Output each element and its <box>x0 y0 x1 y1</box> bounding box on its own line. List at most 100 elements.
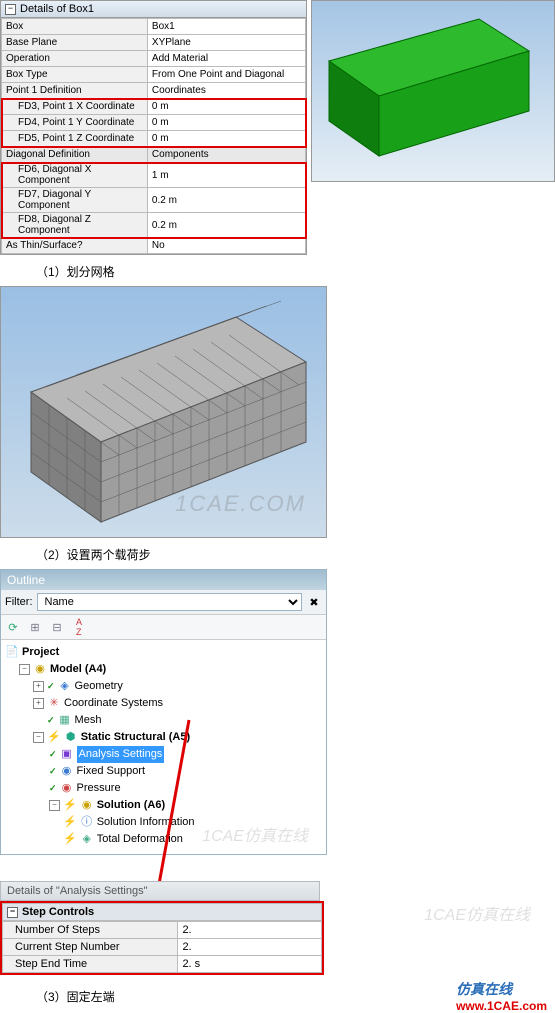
step-controls-table: Number Of Steps2. Current Step Number2. … <box>2 921 322 973</box>
watermark: 1CAE.COM <box>175 491 306 517</box>
check-icon: ✓ <box>49 763 57 780</box>
prop-label: FD7, Diagonal Y Component <box>2 188 148 213</box>
prop-label: Current Step Number <box>3 939 178 956</box>
mesh-icon: ▦ <box>58 714 72 728</box>
sort-az-icon[interactable]: AZ <box>71 619 87 635</box>
prop-value[interactable]: Components <box>147 147 305 163</box>
bolt-icon: ⚡ <box>47 729 61 746</box>
details-header[interactable]: − Details of Box1 <box>1 1 306 18</box>
tree-analysis-settings[interactable]: ✓ ▣ Analysis Settings <box>5 746 322 763</box>
prop-label: FD4, Point 1 Y Coordinate <box>2 115 148 131</box>
tree-label: Geometry <box>75 678 123 695</box>
geometry-icon: ◈ <box>58 680 72 694</box>
collapse-icon[interactable]: − <box>49 800 60 811</box>
tree-label-selected: Analysis Settings <box>77 746 165 763</box>
prop-value[interactable]: 1 m <box>147 163 305 188</box>
tree-coordinate-systems[interactable]: + ✳ Coordinate Systems <box>5 695 322 712</box>
tree-label: Mesh <box>75 712 102 729</box>
prop-value[interactable]: 2. <box>178 939 322 956</box>
caption-3: （3）固定左端 <box>36 988 115 1005</box>
brand-logo: 仿真在线 <box>456 981 512 997</box>
tree-fixed-support[interactable]: ✓ ◉ Fixed Support <box>5 763 322 780</box>
prop-label: Box Type <box>2 67 148 83</box>
prop-label: As Thin/Surface? <box>2 238 148 254</box>
prop-label: Box <box>2 19 148 35</box>
prop-label: FD5, Point 1 Z Coordinate <box>2 131 148 147</box>
tree-label: Solution Information <box>97 814 195 831</box>
fixed-support-icon: ◉ <box>60 765 74 779</box>
tree-pressure[interactable]: ✓ ◉ Pressure <box>5 780 322 797</box>
prop-label: FD8, Diagonal Z Component <box>2 213 148 238</box>
details-of-analysis-settings-panel: Details of "Analysis Settings" − Step Co… <box>0 881 320 975</box>
bolt-icon: ⚡ <box>63 831 77 848</box>
prop-value[interactable]: XYPlane <box>147 35 305 51</box>
details2-title: Details of "Analysis Settings" <box>0 881 320 901</box>
outline-title: Outline <box>1 570 326 590</box>
collapse-icon[interactable]: ⊟ <box>49 619 65 635</box>
caption-2: （2）设置两个载荷步 <box>36 546 555 563</box>
clear-filter-icon[interactable]: ✖ <box>306 594 322 610</box>
tree-label: Total Deformation <box>97 831 183 848</box>
tree-label: Fixed Support <box>77 763 145 780</box>
prop-value[interactable]: 0.2 m <box>147 213 305 238</box>
bolt-icon: ⚡ <box>63 814 77 831</box>
prop-label: FD3, Point 1 X Coordinate <box>2 99 148 115</box>
model-icon: ◉ <box>33 663 47 677</box>
watermark: 1CAE仿真在线 <box>424 901 530 925</box>
prop-value[interactable]: No <box>147 238 305 254</box>
prop-value[interactable]: 2. s <box>178 956 322 973</box>
prop-label: Point 1 Definition <box>2 83 148 99</box>
tree-mesh[interactable]: ✓ ▦ Mesh <box>5 712 322 729</box>
tree-project[interactable]: 📄 Project <box>5 644 322 661</box>
prop-value[interactable]: Box1 <box>147 19 305 35</box>
step-controls-header[interactable]: − Step Controls <box>2 903 322 921</box>
tree-label: Static Structural (A5) <box>81 729 190 746</box>
collapse-icon[interactable]: − <box>19 664 30 675</box>
tree-label: Pressure <box>77 780 121 797</box>
expand-icon[interactable]: + <box>33 681 44 692</box>
geometry-3d-view[interactable] <box>311 0 555 182</box>
prop-value[interactable]: Coordinates <box>147 83 305 99</box>
prop-label: Base Plane <box>2 35 148 51</box>
details-title: Details of Box1 <box>20 3 94 15</box>
prop-value[interactable]: 2. <box>178 922 322 939</box>
expand-icon[interactable]: + <box>33 698 44 709</box>
mesh-3d-view[interactable]: 1CAE.COM <box>0 286 327 538</box>
tree-label: Coordinate Systems <box>64 695 163 712</box>
axes-icon: ✳ <box>47 697 61 711</box>
prop-label: FD6, Diagonal X Component <box>2 163 148 188</box>
prop-value[interactable]: 0.2 m <box>147 188 305 213</box>
structural-icon: ⬢ <box>64 731 78 745</box>
prop-label: Number Of Steps <box>3 922 178 939</box>
details-of-box1-panel: − Details of Box1 BoxBox1 Base PlaneXYPl… <box>0 0 307 255</box>
properties-table: BoxBox1 Base PlaneXYPlane OperationAdd M… <box>1 18 306 254</box>
tree-model[interactable]: − ◉ Model (A4) <box>5 661 322 678</box>
prop-value[interactable]: Add Material <box>147 51 305 67</box>
deformation-icon: ◈ <box>80 833 94 847</box>
prop-label: Diagonal Definition <box>2 147 148 163</box>
caption-1: （1）划分网格 <box>36 263 555 280</box>
prop-value[interactable]: 0 m <box>147 115 305 131</box>
prop-value[interactable]: 0 m <box>147 99 305 115</box>
collapse-icon[interactable]: − <box>33 732 44 743</box>
check-icon: ✓ <box>47 712 55 729</box>
check-icon: ✓ <box>49 780 57 797</box>
refresh-icon[interactable]: ⟳ <box>5 619 21 635</box>
filter-label: Filter: <box>5 596 33 608</box>
filter-row: Filter: Name ✖ <box>1 590 326 615</box>
prop-value[interactable]: 0 m <box>147 131 305 147</box>
tree-label: Project <box>22 644 59 661</box>
check-icon: ✓ <box>49 746 57 763</box>
tree-solution[interactable]: − ⚡ ◉ Solution (A6) <box>5 797 322 814</box>
brand-url: www.1CAE.com <box>456 999 547 1013</box>
filter-select[interactable]: Name <box>37 593 303 611</box>
expand-icon[interactable]: ⊞ <box>27 619 43 635</box>
prop-value[interactable]: From One Point and Diagonal <box>147 67 305 83</box>
solid-box-icon <box>324 11 534 161</box>
outline-panel: Outline Filter: Name ✖ ⟳ ⊞ ⊟ AZ 📄 Projec… <box>0 569 327 855</box>
outline-toolbar: ⟳ ⊞ ⊟ AZ <box>1 615 326 640</box>
tree-geometry[interactable]: + ✓ ◈ Geometry <box>5 678 322 695</box>
collapse-icon[interactable]: − <box>5 4 16 15</box>
tree-static-structural[interactable]: − ⚡ ⬢ Static Structural (A5) <box>5 729 322 746</box>
tree-label: Model (A4) <box>50 661 106 678</box>
